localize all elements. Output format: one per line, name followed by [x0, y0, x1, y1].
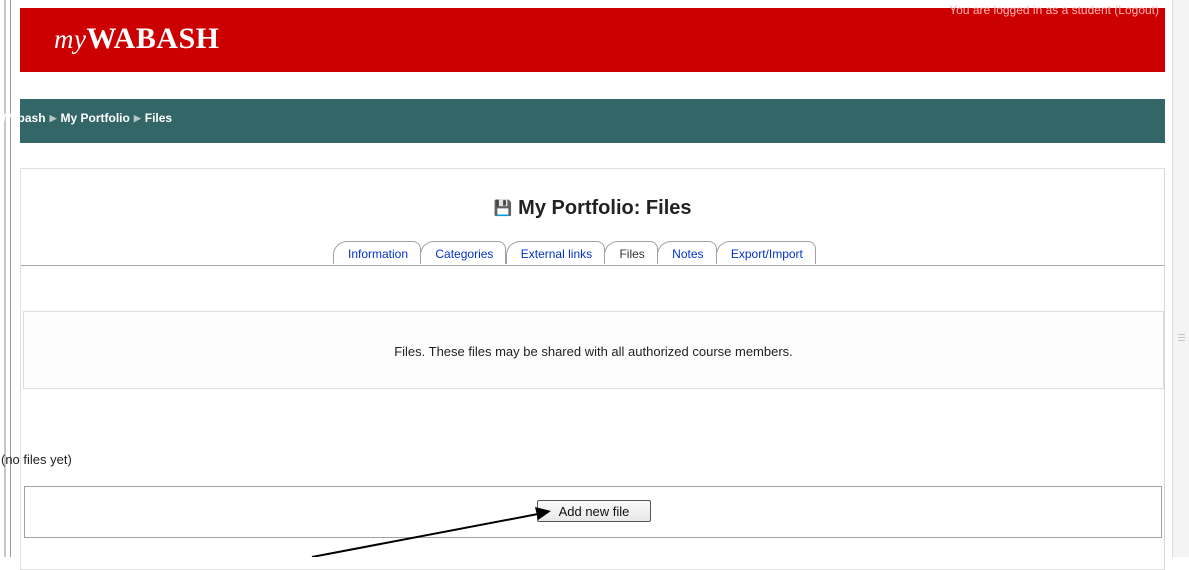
tab-notes[interactable]: Notes [657, 241, 717, 264]
files-info-box: Files. These files may be shared with al… [23, 311, 1164, 389]
breadcrumb-files: Files [144, 111, 173, 125]
logo-prefix: my [54, 24, 87, 54]
add-file-container: Add new file [24, 486, 1162, 538]
tab-bar: Information Categories External links Fi… [333, 241, 816, 267]
add-new-file-button[interactable]: Add new file [537, 500, 651, 522]
tab-export-import[interactable]: Export/Import [715, 241, 816, 264]
logout-link[interactable]: (Logout) [1114, 3, 1159, 17]
triangle-right-icon: ▶ [49, 113, 57, 123]
login-info: You are logged in as a student (Logout) [949, 3, 1159, 17]
tab-information[interactable]: Information [333, 241, 422, 264]
breadcrumb: Wabash ▶ My Portfolio ▶ Files [0, 99, 1165, 143]
breadcrumb-my-portfolio[interactable]: My Portfolio [60, 111, 129, 125]
floppy-disk-icon: 💾 [493, 200, 513, 217]
logo-main: WABASH [86, 22, 220, 55]
site-logo[interactable]: myWABASH [54, 22, 220, 56]
window-left-border [0, 0, 11, 557]
triangle-right-icon: ▶ [133, 113, 141, 123]
breadcrumb-wabash[interactable]: Wabash [0, 111, 46, 125]
no-files-text: (no files yet) [1, 452, 72, 467]
page-title-text: My Portfolio: Files [518, 197, 692, 219]
main-content: 💾 My Portfolio: Files Information Categor… [1, 168, 1165, 570]
tab-categories[interactable]: Categories [420, 241, 507, 264]
page-title: 💾 My Portfolio: Files [21, 197, 1164, 220]
right-scrollbar[interactable]: — — — [1172, 0, 1189, 557]
tab-underline [21, 265, 1164, 266]
tab-files[interactable]: Files [604, 241, 658, 264]
scrollbar-grip-icon: — — — [1178, 331, 1185, 344]
files-info-text: Files. These files may be shared with al… [394, 344, 793, 359]
site-header: myWABASH You are logged in as a student … [20, 3, 1165, 72]
tab-external-links[interactable]: External links [505, 241, 606, 264]
page: myWABASH You are logged in as a student … [0, 0, 1165, 570]
login-text: You are logged in as a student [949, 3, 1111, 17]
